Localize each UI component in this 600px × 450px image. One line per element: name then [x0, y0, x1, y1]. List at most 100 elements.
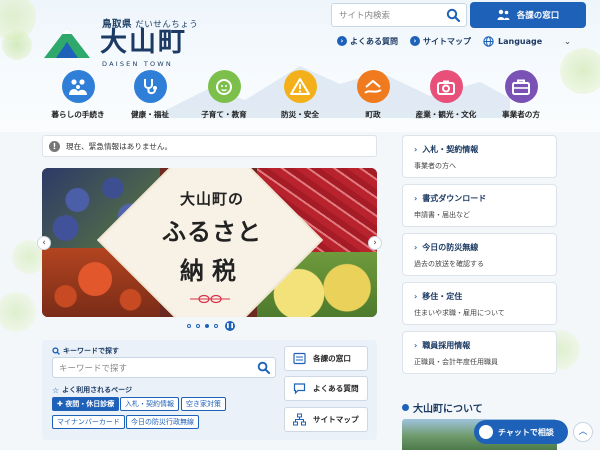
slide-title: 大山町の ふるさと 納税	[147, 188, 277, 286]
category-label: 事業者の方	[502, 110, 540, 119]
card-title: 書式ダウンロード	[422, 194, 487, 203]
category-industry[interactable]: 産業・観光・文化	[408, 70, 484, 120]
chat-consult-label: チャットで相談	[498, 427, 554, 437]
logo-english: DAISEN TOWN	[102, 60, 173, 68]
category-label: 産業・観光・文化	[415, 110, 477, 119]
chevron-down-icon: ⌄	[564, 36, 571, 46]
category-childcare[interactable]: 子育て・教育	[186, 70, 262, 120]
slide-title-line1: 大山町の	[179, 190, 244, 208]
category-label: 子育て・教育	[201, 110, 247, 119]
back-to-top-button[interactable]: ︿	[573, 422, 593, 442]
chevron-right-icon: ›	[414, 292, 418, 301]
slider-dot[interactable]	[196, 324, 200, 328]
card-subtitle: 事業者の方へ	[414, 162, 456, 170]
tag-mynumber-card[interactable]: マイナンバーカード	[52, 415, 125, 429]
leaf-decoration	[2, 30, 32, 60]
quick-link-faq[interactable]: よくある質問	[284, 376, 368, 401]
quick-link-sitemap[interactable]: サイトマップ	[284, 407, 368, 432]
quick-link-departments[interactable]: 各課の窓口	[284, 346, 368, 371]
ribbon-icon	[190, 294, 230, 304]
search-icon[interactable]	[446, 8, 460, 22]
hand-building-icon	[356, 70, 390, 103]
page: 鳥取県 だいせんちょう 大山町 DAISEN TOWN サイト内検索 各課の窓口…	[0, 0, 600, 450]
card-subtitle: 過去の放送を確認する	[414, 260, 484, 268]
chevron-right-icon: ›	[414, 145, 418, 154]
building-icon	[293, 352, 306, 365]
category-label: 暮らしの手続き	[51, 110, 105, 119]
category-town-admin[interactable]: 町政	[335, 70, 411, 120]
slider-next-button[interactable]: ›	[368, 236, 382, 250]
tag-bid-contract[interactable]: 入札・契約情報	[120, 397, 179, 411]
card-migration[interactable]: › 移住・定住 住まいや求職・雇用について	[402, 282, 557, 325]
keyword-search-input[interactable]: キーワードで探す	[52, 357, 276, 378]
slider-dot[interactable]	[214, 324, 218, 328]
keyword-search-placeholder: キーワードで探す	[59, 364, 128, 374]
card-subtitle: 住まいや求職・雇用について	[414, 309, 505, 317]
emergency-info-text: 現在、緊急情報はありません。	[66, 141, 173, 151]
sitemap-icon	[293, 413, 306, 426]
pause-icon[interactable]: ❚❚	[225, 321, 235, 331]
logo-title: 大山町	[100, 27, 187, 58]
card-staff-recruit[interactable]: › 職員採用情報 正職員・会計年度任用職員	[402, 331, 557, 374]
card-bid-contract[interactable]: › 入札・契約情報 事業者の方へ	[402, 135, 557, 178]
globe-icon	[483, 35, 494, 47]
language-selector[interactable]: Language ⌄	[483, 35, 571, 47]
chat-consult-button[interactable]: チャットで相談	[474, 420, 568, 444]
mountain-logo-icon	[44, 28, 90, 58]
card-form-download[interactable]: › 書式ダウンロード 申請書・届出など	[402, 184, 557, 227]
category-disaster[interactable]: 防災・安全	[262, 70, 338, 120]
category-business[interactable]: 事業者の方	[483, 70, 559, 120]
hero-slider[interactable]: 大山町の ふるさと 納税	[42, 168, 377, 317]
star-icon: ☆	[52, 385, 60, 395]
leaf-decoration	[0, 292, 36, 332]
faq-link[interactable]: › よくある質問	[337, 36, 398, 47]
utility-links: › よくある質問 › サイトマップ Language ⌄	[337, 34, 571, 48]
card-title: 入札・契約情報	[422, 145, 479, 154]
card-disaster-radio[interactable]: › 今日の防災無線 過去の放送を確認する	[402, 233, 557, 276]
tag-label: 夜間・休日診療	[65, 400, 115, 408]
slider-dot-active[interactable]	[205, 324, 209, 328]
site-logo[interactable]: 鳥取県 だいせんちょう 大山町 DAISEN TOWN	[42, 14, 202, 68]
slider-dot[interactable]	[187, 324, 191, 328]
keyword-heading: キーワードで探す	[52, 346, 119, 356]
frequent-pages-label: よく利用されるページ	[62, 386, 133, 394]
tag-night-clinic[interactable]: ✚ 夜間・休日診療	[52, 397, 120, 411]
stethoscope-icon	[133, 70, 167, 103]
tag-disaster-radio[interactable]: 今日の防災行政無線	[126, 415, 199, 429]
arrow-right-icon: ›	[337, 36, 347, 46]
quick-link-label: サイトマップ	[313, 415, 359, 424]
site-search-input[interactable]: サイト内検索	[331, 3, 467, 27]
chevron-right-icon: ›	[414, 194, 418, 203]
child-icon	[207, 70, 241, 103]
speech-bubble-icon	[293, 383, 306, 395]
quick-link-label: よくある質問	[313, 384, 359, 393]
search-icon	[52, 347, 60, 355]
people-icon	[497, 9, 510, 20]
bullet-icon	[402, 404, 409, 411]
tag-label: 今日の防災行政無線	[131, 418, 194, 426]
chat-mascot-icon	[479, 425, 493, 439]
department-window-button[interactable]: 各課の窓口	[470, 2, 586, 28]
language-label: Language	[498, 36, 543, 46]
card-title: 職員採用情報	[422, 341, 471, 350]
faq-link-label: よくある質問	[350, 36, 398, 46]
category-living[interactable]: 暮らしの手続き	[40, 70, 116, 120]
search-icon[interactable]	[257, 361, 270, 374]
frequent-pages-heading: ☆ よく利用されるページ	[52, 385, 132, 395]
family-icon	[61, 70, 95, 103]
about-title: 大山町について	[413, 404, 483, 415]
department-window-label: 各課の窓口	[516, 11, 560, 21]
about-heading: 大山町について	[402, 400, 483, 415]
slider-prev-button[interactable]: ‹	[37, 236, 51, 250]
emergency-info-bar: ! 現在、緊急情報はありません。	[42, 135, 377, 157]
quick-link-label: 各課の窓口	[313, 354, 351, 363]
tag-vacant-house[interactable]: 空き家対策	[181, 397, 226, 411]
sitemap-link[interactable]: › サイトマップ	[410, 36, 471, 47]
card-subtitle: 正職員・会計年度任用職員	[414, 358, 498, 366]
site-search-placeholder: サイト内検索	[339, 11, 391, 21]
category-health[interactable]: 健康・福祉	[112, 70, 188, 120]
keyword-heading-label: キーワードで探す	[63, 347, 119, 355]
card-subtitle: 申請書・届出など	[414, 211, 470, 219]
arrow-right-icon: ›	[410, 36, 420, 46]
tag-label: 入札・契約情報	[125, 400, 174, 408]
